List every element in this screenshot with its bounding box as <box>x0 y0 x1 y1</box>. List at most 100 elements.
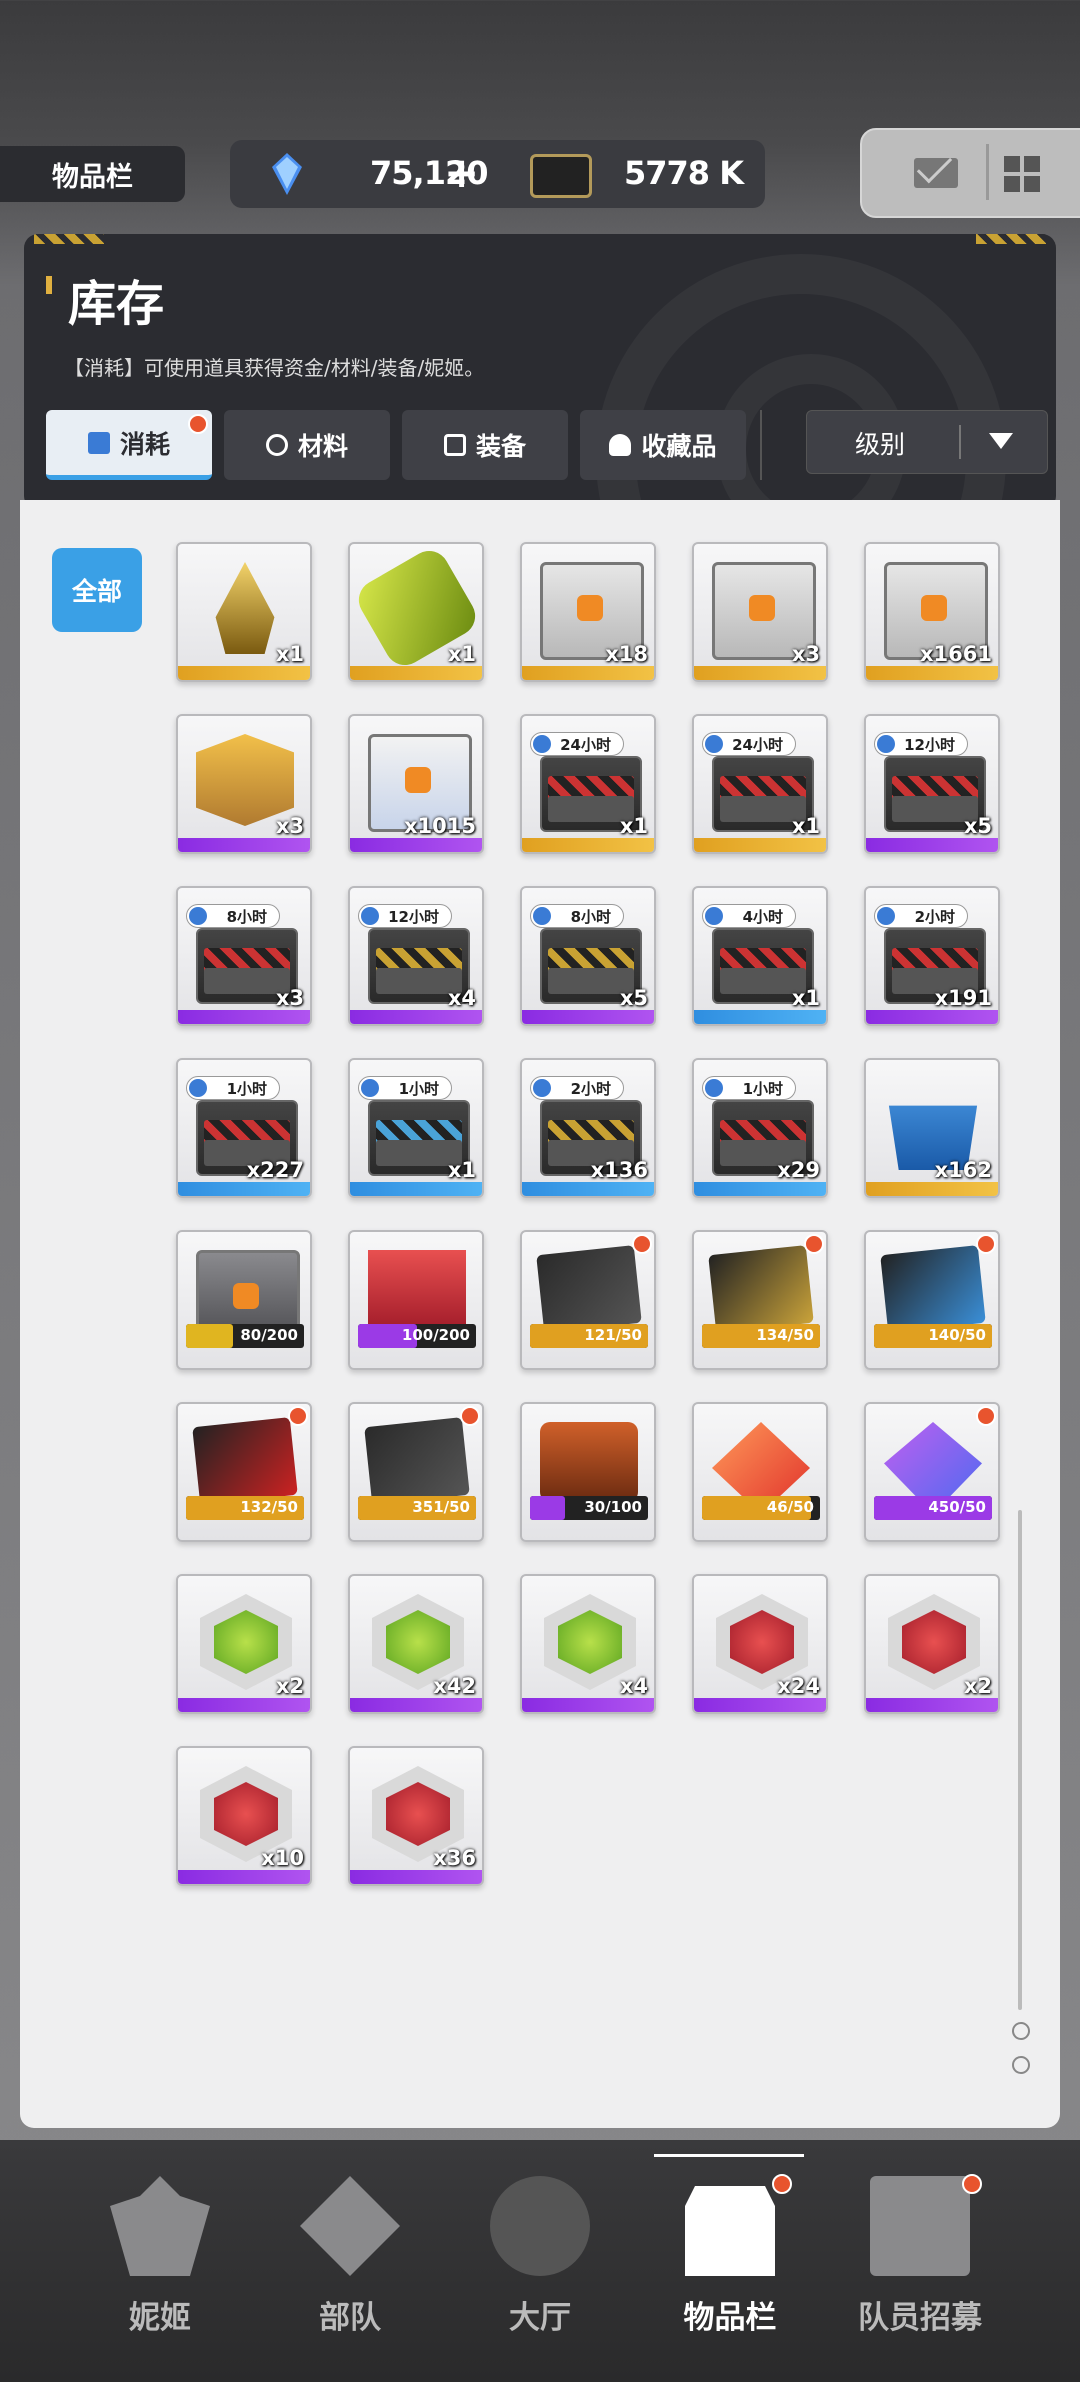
tab-equipment[interactable]: 装备 <box>402 410 568 480</box>
inventory-item[interactable]: x10 <box>176 1746 312 1886</box>
nikke-icon <box>110 2176 210 2276</box>
item-count: x227 <box>246 1158 304 1182</box>
item-image <box>364 1417 470 1505</box>
tab-collectibles[interactable]: 收藏品 <box>580 410 746 480</box>
inventory-item[interactable]: x1015 <box>348 714 484 854</box>
tab-consumables[interactable]: 消耗 <box>46 410 212 480</box>
inventory-item[interactable]: 30/100 <box>520 1402 656 1542</box>
item-image <box>196 734 294 826</box>
inventory-item[interactable]: 8小时 x3 <box>176 886 312 1026</box>
inventory-item[interactable]: x3 <box>176 714 312 854</box>
item-count: x4 <box>619 1674 648 1698</box>
inventory-item[interactable]: x24 <box>692 1574 828 1714</box>
item-image <box>192 1417 298 1505</box>
progress-text: 100/200 <box>401 1326 470 1344</box>
rarity-band <box>178 1010 310 1024</box>
item-count: x24 <box>777 1674 820 1698</box>
rarity-band <box>694 1010 826 1024</box>
progress-bar: 30/100 <box>530 1496 648 1520</box>
inventory-item[interactable]: 4小时 x1 <box>692 886 828 1026</box>
progress-bar: 80/200 <box>186 1324 304 1348</box>
credit-icon <box>530 154 592 198</box>
inventory-item[interactable]: 132/50 <box>176 1402 312 1542</box>
item-count: x1 <box>275 642 304 666</box>
inventory-item[interactable]: x42 <box>348 1574 484 1714</box>
divider <box>986 144 989 200</box>
inventory-item[interactable]: x1661 <box>864 542 1000 682</box>
inventory-item[interactable]: 80/200 <box>176 1230 312 1370</box>
item-count: x2 <box>275 1674 304 1698</box>
tab-materials[interactable]: 材料 <box>224 410 390 480</box>
item-count: x18 <box>605 642 648 666</box>
filter-all-button[interactable]: 全部 <box>52 548 142 632</box>
tab-label: 材料 <box>297 432 348 461</box>
inventory-item[interactable]: 1小时 x29 <box>692 1058 828 1198</box>
inventory-item[interactable]: x2 <box>176 1574 312 1714</box>
inventory-item[interactable]: x18 <box>520 542 656 682</box>
rarity-band <box>178 1182 310 1196</box>
rarity-band <box>866 666 998 680</box>
inventory-item[interactable]: x36 <box>348 1746 484 1886</box>
inventory-item[interactable]: 24小时 x1 <box>692 714 828 854</box>
progress-text: 121/50 <box>584 1326 642 1344</box>
item-image <box>368 1250 466 1330</box>
inventory-item[interactable]: 134/50 <box>692 1230 828 1370</box>
inventory-item[interactable]: 2小时 x136 <box>520 1058 656 1198</box>
inventory-item[interactable]: 351/50 <box>348 1402 484 1542</box>
chevron-down-icon <box>989 433 1013 449</box>
inventory-item[interactable]: 8小时 x5 <box>520 886 656 1026</box>
inventory-icon <box>685 2186 775 2276</box>
recruit-icon <box>870 2176 970 2276</box>
duration-badge: 2小时 <box>874 904 968 928</box>
item-image <box>888 1105 978 1170</box>
squad-icon <box>300 2176 400 2276</box>
inventory-item[interactable]: x1 <box>176 542 312 682</box>
rarity-band <box>522 838 654 852</box>
menu-grid-icon[interactable] <box>1004 156 1042 194</box>
scroll-up-icon[interactable] <box>1012 2022 1030 2040</box>
nav-inventory[interactable]: 物品栏 <box>640 2174 820 2337</box>
rarity-band <box>350 1182 482 1196</box>
nav-label: 队员招募 <box>858 2300 982 2336</box>
item-count: x29 <box>777 1158 820 1182</box>
inventory-item[interactable]: 1小时 x227 <box>176 1058 312 1198</box>
sort-dropdown[interactable]: 级别 <box>806 410 1048 474</box>
inventory-item[interactable]: 46/50 <box>692 1402 828 1542</box>
rarity-band <box>866 1698 998 1712</box>
duration-badge: 12小时 <box>874 732 968 756</box>
item-count: x36 <box>433 1846 476 1870</box>
duration-badge: 4小时 <box>702 904 796 928</box>
rarity-band <box>350 1010 482 1024</box>
inventory-item[interactable]: 140/50 <box>864 1230 1000 1370</box>
add-crystal-button[interactable]: + <box>444 148 479 197</box>
inventory-item[interactable]: x3 <box>692 542 828 682</box>
inventory-item[interactable]: 121/50 <box>520 1230 656 1370</box>
progress-fill <box>530 1496 566 1520</box>
inventory-item[interactable]: 2小时 x191 <box>864 886 1000 1026</box>
progress-text: 46/50 <box>766 1498 814 1516</box>
inventory-item[interactable]: x162 <box>864 1058 1000 1198</box>
scroll-down-icon[interactable] <box>1012 2056 1030 2074</box>
inventory-item[interactable]: 12小时 x5 <box>864 714 1000 854</box>
nav-squad[interactable]: 部队 <box>260 2176 440 2337</box>
nav-lobby[interactable]: 大厅 <box>450 2176 630 2337</box>
inventory-item[interactable]: 1小时 x1 <box>348 1058 484 1198</box>
inventory-item[interactable]: 100/200 <box>348 1230 484 1370</box>
nav-nikke[interactable]: 妮姬 <box>70 2176 250 2337</box>
inventory-item[interactable]: 450/50 <box>864 1402 1000 1542</box>
equipment-icon <box>443 434 466 456</box>
progress-bar: 134/50 <box>702 1324 820 1348</box>
inventory-item[interactable]: x4 <box>520 1574 656 1714</box>
nav-label: 部队 <box>319 2300 381 2336</box>
inventory-item[interactable]: x1 <box>348 542 484 682</box>
rarity-band <box>694 1698 826 1712</box>
inventory-item[interactable]: x2 <box>864 1574 1000 1714</box>
inventory-header: 库存 【消耗】可使用道具获得资金/材料/装备/妮姬。 消耗 材料 装备 收藏品 … <box>24 234 1056 510</box>
tab-label: 收藏品 <box>641 432 717 461</box>
nav-recruit[interactable]: 队员招募 <box>830 2174 1010 2337</box>
rarity-band <box>178 1870 310 1884</box>
mail-icon[interactable] <box>914 158 958 188</box>
inventory-item[interactable]: 24小时 x1 <box>520 714 656 854</box>
inventory-item[interactable]: 12小时 x4 <box>348 886 484 1026</box>
scrollbar[interactable] <box>1018 1510 1022 2010</box>
